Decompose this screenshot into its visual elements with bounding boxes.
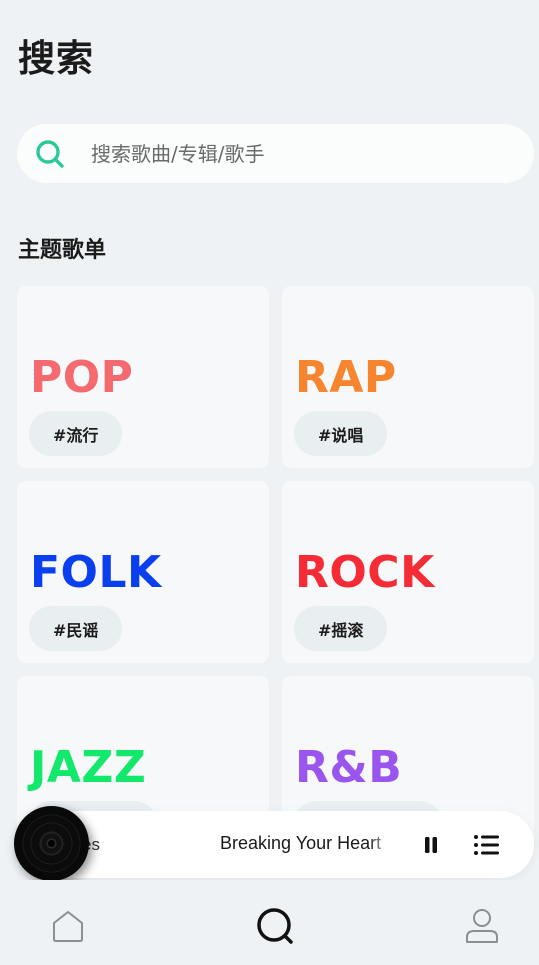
nav-home[interactable] xyxy=(48,906,88,946)
genre-title: JAZZ xyxy=(30,742,147,793)
search-bar[interactable] xyxy=(17,124,534,183)
genre-tag: #民谣 xyxy=(29,606,123,651)
playlist-card-rap[interactable]: RAP #说唱 xyxy=(282,286,534,468)
current-song-title: Breaking Your Heart xyxy=(220,833,382,853)
home-icon xyxy=(53,911,83,942)
genre-tag: #说唱 xyxy=(294,411,388,456)
genre-title: POP xyxy=(30,352,134,403)
search-input[interactable] xyxy=(89,140,473,167)
pause-icon xyxy=(425,837,437,853)
playlist-card-pop[interactable]: POP #流行 xyxy=(17,286,269,468)
user-icon xyxy=(466,909,498,943)
nav-profile[interactable] xyxy=(462,906,502,946)
nav-search[interactable] xyxy=(255,906,295,946)
playlist-card-rock[interactable]: ROCK #摇滚 xyxy=(282,481,534,663)
mini-player[interactable]: es Breaking Your Heart xyxy=(30,811,534,878)
vinyl-record-cover[interactable] xyxy=(14,806,89,881)
section-title: 主题歌单 xyxy=(18,238,107,263)
bottom-nav xyxy=(0,880,539,965)
genre-title: ROCK xyxy=(295,547,435,598)
genre-tag: #摇滚 xyxy=(294,606,388,651)
pause-button[interactable] xyxy=(418,833,444,857)
genre-tag: #流行 xyxy=(29,411,123,456)
playlist-card-folk[interactable]: FOLK #民谣 xyxy=(17,481,269,663)
genre-title: R&B xyxy=(295,742,403,793)
search-icon xyxy=(35,139,65,169)
playlist-icon xyxy=(474,835,499,855)
genre-title: RAP xyxy=(295,352,397,403)
genre-title: FOLK xyxy=(30,547,162,598)
search-icon xyxy=(257,908,293,944)
playlist-button[interactable] xyxy=(472,832,502,858)
page-title: 搜索 xyxy=(18,37,94,80)
